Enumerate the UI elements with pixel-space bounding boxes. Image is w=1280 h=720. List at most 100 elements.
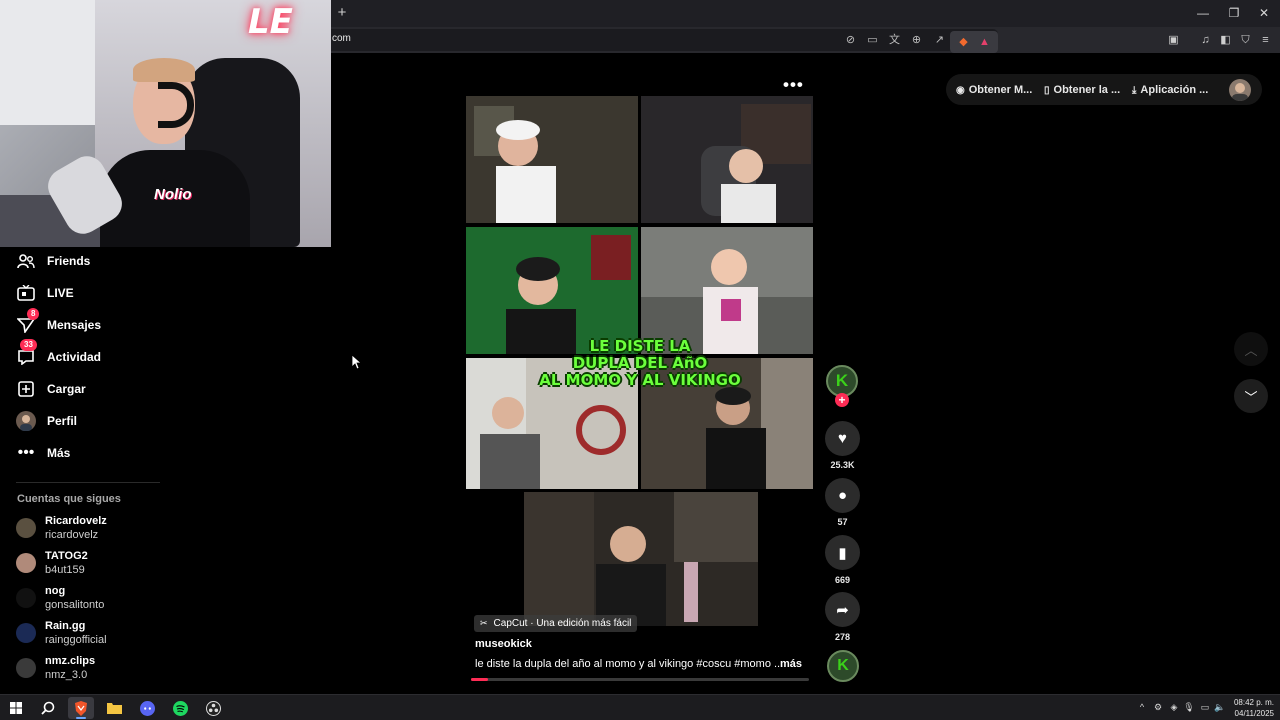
media-icon[interactable]: ♫ — [1199, 34, 1212, 47]
capcut-tag[interactable]: ✂ CapCut · Una edición más fácil — [474, 615, 638, 632]
following-heading: Cuentas que sigues — [17, 493, 121, 505]
nav-item-live[interactable]: LIVE — [16, 281, 74, 305]
steam-icon[interactable]: ⚙ — [1152, 701, 1164, 713]
volume-icon[interactable]: 🔈 — [1214, 701, 1226, 713]
video-cell-7 — [524, 492, 758, 626]
windows-start-icon[interactable] — [3, 697, 29, 719]
active-app-indicator — [76, 717, 86, 719]
nav-label-messages: Mensajes — [47, 318, 102, 332]
url-text: com — [332, 33, 351, 44]
brave-rewards-icon[interactable]: ▲ — [978, 36, 991, 49]
brave-shields-icon[interactable]: ◆ — [957, 36, 970, 49]
video-cell-1 — [466, 96, 638, 223]
chevron-down-icon: ﹀ — [1244, 389, 1258, 405]
url-field[interactable]: com ⊘ ▭ 文 ⊕ ↗ ◆ ▲ — [322, 29, 998, 53]
user-avatar[interactable] — [1229, 79, 1251, 101]
following-item[interactable]: Rain.gg rainggofficial — [16, 618, 107, 648]
minimize-button[interactable]: — — [1188, 4, 1218, 22]
tray-overflow-icon[interactable]: ^ — [1136, 701, 1148, 713]
overlay-line-2: DUPLA DEL AñO — [572, 354, 708, 372]
following-item[interactable]: TATOG2 b4ut159 — [16, 548, 88, 578]
creator-avatar-letter: K — [835, 371, 849, 390]
following-item[interactable]: Ricardovelz ricardovelz — [16, 513, 107, 543]
nav-item-upload[interactable]: Cargar — [16, 377, 86, 401]
obs-icon[interactable] — [200, 697, 226, 719]
capcut-label: CapCut · Una edición más fácil — [493, 618, 632, 629]
sidebar: Friends LIVE 8 Mensajes 33 Actividad Car… — [0, 247, 331, 694]
get-coins-label: Obtener M... — [968, 84, 1033, 96]
following-item[interactable]: nog gonsalitonto — [16, 583, 104, 613]
webcam-overlay: LE Nolio — [0, 0, 331, 247]
nav-label-friends: Friends — [47, 254, 91, 268]
file-explorer-icon[interactable] — [101, 697, 127, 719]
capcut-icon: ✂ — [480, 618, 488, 628]
overlay-line-3: AL MOMO Y AL VIKINGO — [539, 371, 741, 389]
save-button[interactable]: ▮ — [825, 535, 860, 570]
following-name: nmz.clips — [45, 654, 96, 667]
nav-item-friends[interactable]: Friends — [16, 249, 90, 273]
avatar — [16, 553, 36, 573]
taskbar-clock[interactable]: 08:42 p. m. 04/11/2025 — [1232, 697, 1274, 719]
messages-badge: 8 — [27, 308, 40, 320]
previous-video-button[interactable]: ︿ — [1234, 332, 1268, 366]
share-button[interactable]: ➦ — [825, 592, 860, 627]
video-cell-4 — [641, 227, 813, 354]
bookmark-manager-icon[interactable]: ▣ — [1167, 34, 1180, 47]
avatar — [16, 588, 36, 608]
close-window-button[interactable]: ✕ — [1249, 4, 1279, 22]
search-icon[interactable] — [35, 697, 61, 719]
video-author[interactable]: museokick — [475, 638, 532, 650]
live-icon — [16, 283, 36, 303]
following-handle: b4ut159 — [45, 563, 85, 576]
phone-icon: ▯ — [1044, 84, 1050, 96]
microphone-icon[interactable]: 🎙 — [1183, 701, 1195, 713]
video-progress-bar[interactable] — [471, 678, 809, 681]
nav-label-upload: Cargar — [47, 382, 86, 396]
dropbox-icon[interactable]: ◈ — [1168, 701, 1180, 713]
windows-taskbar: ^ ⚙ ◈ 🎙 ▭ 🔈 08:42 p. m. 04/11/2025 — [0, 694, 1280, 720]
get-coins-button[interactable]: ◉ Obtener M... — [956, 83, 1032, 97]
webcam-window — [0, 0, 95, 125]
share-arrow-icon: ➦ — [836, 601, 849, 619]
network-icon[interactable]: ▭ — [1199, 701, 1211, 713]
upload-icon — [16, 379, 36, 399]
comment-button[interactable]: ● — [825, 478, 860, 513]
comment-icon: ● — [837, 487, 848, 504]
sound-disc[interactable]: K — [827, 650, 859, 682]
nav-item-messages[interactable]: 8 Mensajes — [16, 308, 102, 337]
follow-button[interactable]: + — [835, 393, 849, 407]
like-button[interactable]: ♥ — [825, 421, 860, 456]
discord-icon[interactable] — [134, 697, 160, 719]
share-icon[interactable]: ↗ — [933, 34, 946, 47]
following-item[interactable]: nmz.clips nmz_3.0 — [16, 653, 95, 683]
cast-icon[interactable]: ▭ — [866, 34, 879, 47]
following-handle: nmz_3.0 — [45, 668, 88, 681]
zoom-icon[interactable]: ⊕ — [910, 34, 923, 47]
video-more-options[interactable]: ••• — [783, 75, 804, 95]
restore-button[interactable]: ❐ — [1219, 4, 1249, 22]
next-video-button[interactable]: ﹀ — [1234, 379, 1268, 413]
new-tab-button[interactable]: + — [334, 5, 350, 21]
spotify-icon[interactable] — [167, 697, 193, 719]
sidebar-icon[interactable]: ◧ — [1219, 34, 1232, 47]
desktop-app-label: Aplicación ... — [1140, 84, 1209, 96]
nav-item-more[interactable]: ••• Más — [16, 441, 71, 465]
clock-date: 04/11/2025 — [1234, 709, 1274, 718]
avatar — [16, 623, 36, 643]
more-icon: ••• — [17, 444, 35, 461]
sound-disc-letter: K — [837, 657, 849, 674]
no-sound-icon[interactable]: ⊘ — [844, 34, 857, 47]
description-more-link[interactable]: más — [780, 658, 802, 670]
following-name: nog — [45, 584, 66, 597]
following-handle: gonsalitonto — [45, 598, 105, 611]
chevron-up-icon: ︿ — [1244, 342, 1258, 358]
video-description: le diste la dupla del año al momo y al v… — [475, 658, 784, 670]
brave-browser-icon[interactable] — [68, 697, 94, 719]
get-app-button[interactable]: ▯ Obtener la ... — [1044, 83, 1120, 97]
nav-item-profile[interactable]: Perfil — [16, 409, 77, 433]
desktop-app-button[interactable]: ⤓ Aplicación ... — [1132, 83, 1208, 97]
translate-icon[interactable]: 文 — [888, 34, 901, 47]
vpn-icon[interactable]: ⛉ — [1239, 34, 1252, 47]
menu-icon[interactable]: ≡ — [1259, 34, 1272, 47]
nav-item-activity[interactable]: 33 Actividad — [16, 339, 101, 369]
